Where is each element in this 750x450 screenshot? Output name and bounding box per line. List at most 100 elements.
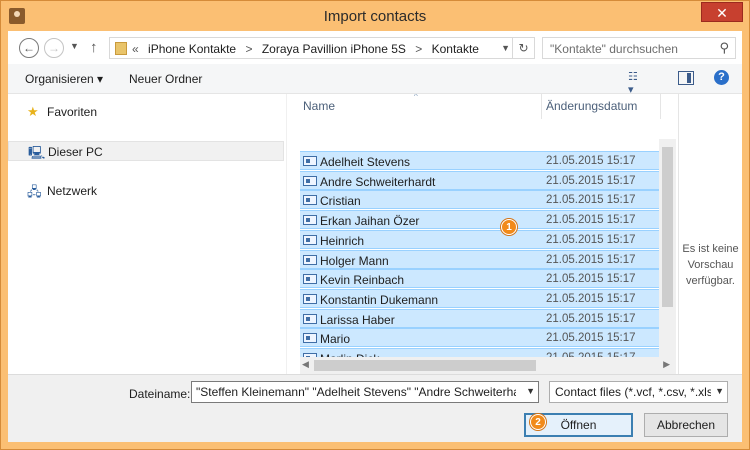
- breadcrumb: « iPhone Kontakte > Zoraya Pavillion iPh…: [132, 42, 485, 56]
- column-divider[interactable]: [541, 94, 542, 119]
- file-list: ^ Name Änderungsdatum Adelheit Stevens 21…: [298, 94, 672, 374]
- file-type-value: Contact files (*.vcf, *.csv, *.xls, *: [555, 385, 711, 399]
- import-contacts-dialog: Import contacts ✕ ← → ▼ ↑ « iPhone Konta…: [0, 0, 750, 450]
- breadcrumb-overflow[interactable]: «: [132, 42, 139, 56]
- contact-file-icon: [303, 156, 317, 166]
- file-name: Holger Mann: [320, 253, 389, 268]
- file-name: Larissa Haber: [320, 312, 395, 327]
- folder-icon: [115, 42, 127, 55]
- back-button[interactable]: ←: [19, 38, 39, 58]
- refresh-icon: ↻: [518, 41, 529, 55]
- file-row[interactable]: Andre Schweiterhardt 21.05.2015 15:17: [300, 170, 666, 190]
- sidebar-item-dieser-pc[interactable]: 🖳 Dieser PC: [8, 141, 284, 161]
- sort-ascending-icon: ^: [414, 94, 418, 101]
- breadcrumb-separator[interactable]: >: [245, 42, 252, 56]
- contact-file-icon: [303, 274, 317, 285]
- file-date: 21.05.2015 15:17: [546, 312, 636, 325]
- chevron-down-icon[interactable]: ▼: [526, 386, 535, 396]
- contact-file-icon: [303, 195, 317, 206]
- file-name: Adelheit Stevens: [320, 155, 411, 169]
- up-button[interactable]: ↑: [90, 39, 98, 56]
- contact-file-icon: [303, 293, 317, 304]
- file-row[interactable]: Konstantin Dukemann 21.05.2015 15:17: [300, 288, 666, 308]
- cancel-button[interactable]: Abbrechen: [644, 413, 728, 437]
- file-date: 21.05.2015 15:17: [546, 214, 636, 227]
- chevron-down-icon[interactable]: ▼: [715, 386, 724, 396]
- file-row[interactable]: Adelheit Stevens 21.05.2015 15:17: [300, 151, 666, 170]
- file-type-select[interactable]: Contact files (*.vcf, *.csv, *.xls, * ▼: [549, 381, 728, 403]
- search-placeholder: "Kontakte" durchsuchen: [550, 42, 678, 56]
- scrollbar-thumb[interactable]: [662, 147, 673, 307]
- scrollbar-thumb[interactable]: [314, 360, 536, 371]
- sidebar-item-label: Favoriten: [47, 105, 98, 119]
- contact-file-icon: [303, 234, 317, 245]
- navigation-pane: ★ Favoriten 🖳 Dieser PC 🖧 Netzwerk: [8, 94, 286, 374]
- contact-file-icon: [303, 175, 317, 186]
- pane-splitter[interactable]: [286, 94, 287, 374]
- contact-file-icon: [303, 254, 317, 265]
- file-name: Konstantin Dukemann: [320, 292, 439, 307]
- file-name: Erkan Jaihan Özer: [320, 214, 420, 229]
- filename-label: Dateiname:: [129, 387, 191, 401]
- file-row[interactable]: Mario 21.05.2015 15:17: [300, 328, 666, 348]
- title-bar: Import contacts ✕: [1, 1, 749, 31]
- breadcrumb-device[interactable]: Zoraya Pavillion iPhone 5S: [262, 42, 406, 56]
- refresh-button[interactable]: ↻: [512, 38, 534, 58]
- file-row[interactable]: Kevin Reinbach 21.05.2015 15:17: [300, 269, 666, 289]
- file-row[interactable]: Larissa Haber 21.05.2015 15:17: [300, 308, 666, 328]
- horizontal-scrollbar[interactable]: ◀ ▶: [300, 357, 674, 374]
- dialog-footer: Dateiname: "Steffen Kleinemann" "Adelhei…: [8, 374, 742, 442]
- breadcrumb-separator[interactable]: >: [415, 42, 422, 56]
- new-folder-button[interactable]: Neuer Ordner: [129, 72, 202, 86]
- step-badge-1: 1: [501, 219, 517, 235]
- file-date: 21.05.2015 15:17: [546, 233, 636, 246]
- preview-pane: Es ist keine Vorschau verfügbar.: [678, 94, 742, 374]
- file-date: 21.05.2015 15:17: [546, 253, 636, 266]
- forward-button[interactable]: →: [44, 38, 64, 58]
- column-header-date[interactable]: Änderungsdatum: [546, 99, 637, 124]
- scroll-right-icon[interactable]: ▶: [663, 359, 670, 370]
- arrow-right-icon: →: [48, 41, 60, 55]
- file-name: Heinrich: [320, 233, 365, 248]
- step-badge-2: 2: [530, 414, 546, 430]
- file-name: Kevin Reinbach: [320, 273, 405, 288]
- search-icon: ⚲: [719, 40, 729, 55]
- breadcrumb-iphone-kontakte[interactable]: iPhone Kontakte: [148, 42, 236, 56]
- filename-field[interactable]: "Steffen Kleinemann" "Adelheit Stevens" …: [191, 381, 539, 403]
- help-icon[interactable]: ?: [714, 70, 729, 85]
- star-icon: ★: [27, 104, 39, 119]
- file-row[interactable]: Erkan Jaihan Özer 21.05.2015 15:17: [300, 210, 666, 230]
- recent-locations-dropdown[interactable]: ▼: [70, 41, 80, 53]
- navigation-bar: ← → ▼ ↑ « iPhone Kontakte > Zoraya Pavil…: [8, 31, 742, 64]
- sidebar-item-netzwerk[interactable]: 🖧 Netzwerk: [8, 181, 284, 201]
- close-button[interactable]: ✕: [701, 2, 743, 22]
- organize-menu[interactable]: Organisieren ▾: [25, 72, 103, 86]
- file-row[interactable]: Heinrich 21.05.2015 15:17: [300, 229, 666, 249]
- view-options-icon[interactable]: ☷ ▾: [628, 70, 644, 96]
- network-icon: 🖧: [27, 184, 42, 199]
- address-bar[interactable]: « iPhone Kontakte > Zoraya Pavillion iPh…: [109, 37, 535, 59]
- address-dropdown[interactable]: ▼: [501, 43, 510, 53]
- contact-file-icon: [303, 313, 317, 324]
- preview-pane-icon[interactable]: [678, 71, 694, 85]
- scroll-left-icon[interactable]: ◀: [302, 359, 309, 370]
- file-name: Mario: [320, 332, 351, 347]
- file-row[interactable]: Holger Mann 21.05.2015 15:17: [300, 249, 666, 269]
- file-date: 21.05.2015 15:17: [546, 273, 636, 286]
- column-divider[interactable]: [660, 94, 661, 119]
- file-date: 21.05.2015 15:17: [546, 194, 636, 207]
- vertical-scrollbar[interactable]: [659, 139, 676, 374]
- file-name: Cristian: [320, 194, 361, 209]
- file-row[interactable]: Cristian 21.05.2015 15:17: [300, 190, 666, 210]
- breadcrumb-kontakte[interactable]: Kontakte: [432, 42, 479, 56]
- filename-value: "Steffen Kleinemann" "Adelheit Stevens" …: [196, 385, 516, 399]
- file-date: 21.05.2015 15:17: [546, 155, 636, 167]
- file-date: 21.05.2015 15:17: [546, 174, 636, 187]
- sidebar-item-favoriten[interactable]: ★ Favoriten: [8, 102, 284, 122]
- preview-message: Es ist keine Vorschau verfügbar.: [682, 243, 739, 287]
- search-input[interactable]: "Kontakte" durchsuchen ⚲: [542, 37, 736, 59]
- contact-file-icon: [303, 333, 317, 344]
- sidebar-item-label: Dieser PC: [48, 145, 103, 159]
- column-header-name[interactable]: Name: [303, 99, 335, 124]
- file-date: 21.05.2015 15:17: [546, 332, 636, 345]
